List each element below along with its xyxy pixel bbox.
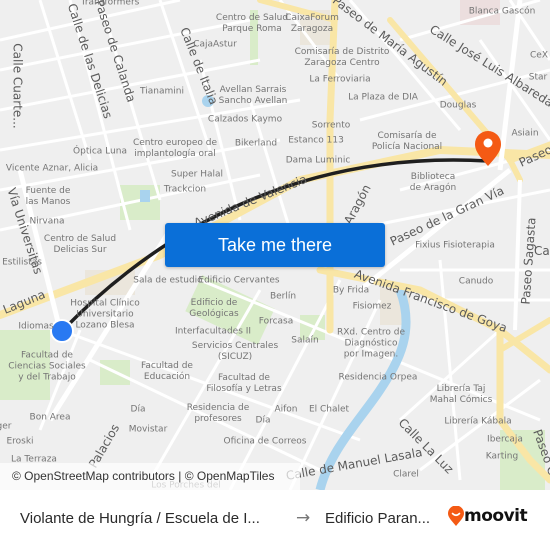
poi-label[interactable]: Vicente Aznar, Alicia (6, 164, 98, 175)
poi-label[interactable]: Comisaría de Distrito Zaragoza Centro (295, 47, 390, 69)
poi-label[interactable]: CajaAstur (193, 40, 237, 51)
poi-label[interactable]: El Chalet (309, 405, 349, 416)
poi-label[interactable]: Movistar (129, 425, 168, 436)
poi-label[interactable]: Clarel (393, 470, 419, 481)
poi-label[interactable]: Eroski (6, 437, 33, 448)
poi-label[interactable]: Librería Kábala (444, 417, 511, 428)
pond (140, 190, 150, 202)
poi-label[interactable]: Dama Luminic (286, 156, 351, 167)
poi-label[interactable]: Aifon (274, 405, 297, 416)
poi-label[interactable]: Fixius Fisioterapia (415, 241, 495, 252)
street-label: Ca (534, 244, 550, 258)
paseo-sagasta (513, 179, 522, 331)
poi-label[interactable]: Facultad de Ciencias Sociales y del Trabaj… (8, 351, 85, 384)
poi-label[interactable]: Ibercaja (487, 435, 523, 446)
poi-label[interactable]: Canudo (459, 277, 493, 288)
poi-label[interactable]: Centro de Salud Delicias Sur (44, 234, 116, 256)
street-label: Calle Cuarte... (10, 43, 25, 129)
route-destination: Edificio Paran... (325, 510, 431, 527)
poi-label[interactable]: Facultad de Filosofía y Letras (206, 373, 281, 395)
poi-label[interactable]: Berlín (270, 292, 296, 303)
poi-label[interactable]: RXd. Centro de Diagnóstico por Imagen. (337, 328, 405, 361)
arrow-right-icon: → (296, 508, 311, 528)
poi-label[interactable]: CaixaForum Zaragoza (285, 13, 339, 35)
map-view[interactable]: Calle de las Delicias Paseo de Calanda C… (0, 0, 550, 490)
poi-label[interactable]: Centro europeo de implantología oral (133, 138, 217, 160)
poi-label[interactable]: Transformers (81, 0, 140, 9)
moovit-pin-icon (448, 506, 464, 526)
poi-label[interactable]: Residencia de profesores (187, 403, 250, 425)
poi-label[interactable]: Blanca Gascón (469, 7, 536, 18)
poi-label[interactable]: La Plaza de DIA (348, 93, 418, 104)
poi-label[interactable]: Idiomas (18, 322, 53, 333)
poi-label[interactable]: Librería Taj Mahal Cómics (430, 384, 493, 406)
poi-label[interactable]: Centro de Salud Parque Roma (216, 13, 288, 35)
poi-label[interactable]: Servicios Centrales (SICUZ) (192, 341, 278, 363)
poi-label[interactable]: Estanco 113 (288, 136, 344, 147)
poi-label[interactable]: Biblioteca de Aragón (410, 172, 456, 194)
poi-label[interactable]: Calzados Kaymo (208, 115, 282, 126)
brand-name: moovit (464, 506, 528, 526)
poi-label[interactable]: Salaín (291, 336, 318, 347)
poi-label[interactable]: Residencia Orpea (339, 373, 418, 384)
poi-label[interactable]: Nirvana (30, 217, 65, 228)
map-attribution[interactable]: © OpenStreetMap contributors | © OpenMap… (0, 463, 300, 490)
poi-label[interactable]: Estilistas (2, 258, 42, 269)
destination-pin-dot (483, 138, 493, 148)
poi-label[interactable]: Bon Area (30, 413, 71, 424)
poi-label[interactable]: Comisaría de Policía Nacional (372, 131, 442, 153)
poi-label[interactable]: By Frida (333, 286, 369, 297)
poi-label[interactable]: La Ferroviaria (309, 75, 370, 86)
poi-label[interactable]: Sorrento (312, 121, 351, 132)
poi-label[interactable]: Asiain (511, 129, 538, 140)
poi-label[interactable]: Forcasa (259, 317, 294, 328)
poi-label[interactable]: Día (256, 416, 271, 427)
poi-label[interactable]: Fuente de las Manos (26, 186, 71, 208)
poi-label[interactable]: Edificio Cervantes (198, 276, 279, 287)
poi-label[interactable]: Día (131, 405, 146, 416)
poi-label[interactable]: Douglas (440, 101, 477, 112)
poi-label[interactable]: Star (529, 73, 547, 84)
poi-label[interactable]: Bikerland (235, 139, 277, 150)
take-me-there-button[interactable]: Take me there (165, 223, 385, 267)
poi-label[interactable]: Super Halal (171, 170, 223, 181)
poi-label[interactable]: Interfacultades II (175, 327, 251, 338)
poi-label[interactable]: Edificio de Geológicas (189, 298, 238, 320)
poi-label[interactable]: CeX (530, 51, 548, 62)
poi-label[interactable]: Tianamini (140, 87, 184, 98)
poi-label[interactable]: Facultad de Educación (141, 361, 193, 383)
poi-label[interactable]: ger (0, 422, 11, 433)
poi-label[interactable]: Fisiomez (353, 302, 392, 313)
poi-label[interactable]: Avellan Sarrais Sancho Avellan (219, 85, 288, 107)
route-origin: Violante de Hungría / Escuela de I... (20, 510, 260, 527)
moovit-logo[interactable]: moovit (448, 506, 528, 526)
poi-label[interactable]: Trackcion (164, 185, 206, 196)
poi-label[interactable]: Karting (486, 452, 518, 463)
poi-label[interactable]: Óptica Luna (73, 147, 127, 158)
poi-label[interactable]: Sala de estudio (133, 276, 202, 287)
poi-label[interactable]: Hospital Clínico Universitario Lozano Bles… (70, 299, 140, 332)
poi-label[interactable]: Oficina de Correos (224, 437, 307, 448)
